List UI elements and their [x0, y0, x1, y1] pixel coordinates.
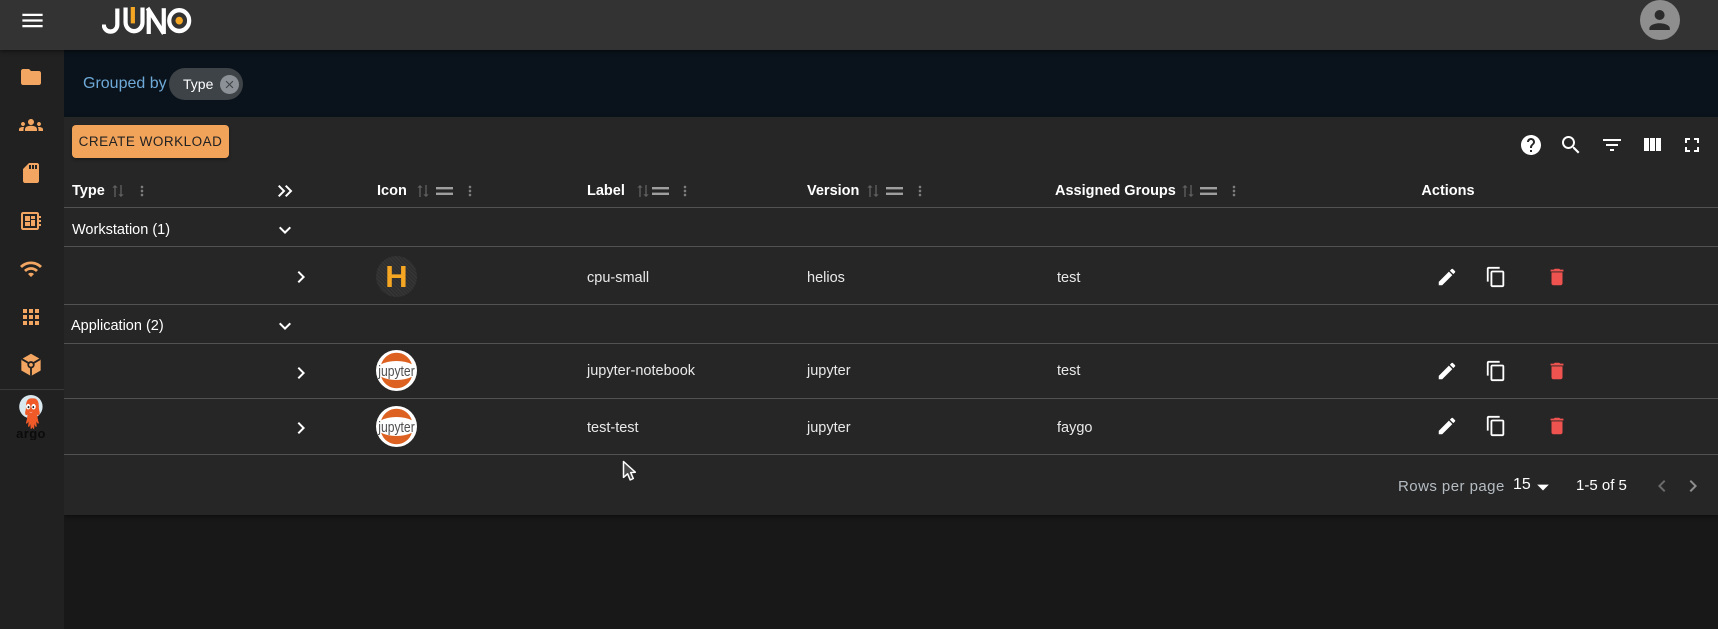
svg-text:argo: argo — [16, 426, 46, 440]
svg-text:jupyter: jupyter — [377, 419, 414, 436]
svg-text:jupyter: jupyter — [377, 363, 414, 380]
